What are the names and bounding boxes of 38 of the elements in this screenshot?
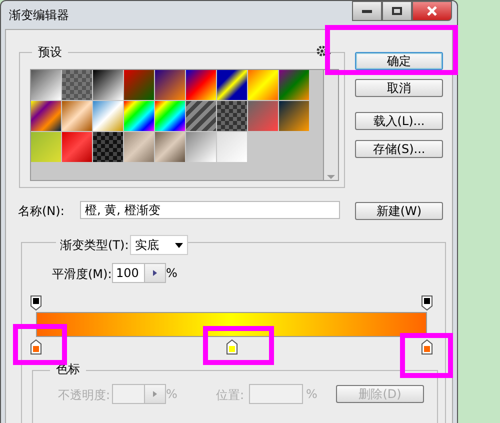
opacity-stop[interactable] [421,295,433,311]
percent-unit: % [166,387,178,401]
triangle-right-icon [153,391,157,397]
highlight-frame [13,324,67,365]
dialog-button[interactable]: 载入(L)... [355,112,443,130]
highlight-frame [203,326,274,365]
dropdown-caret-icon [175,242,183,248]
dialog-button[interactable]: 取消 [355,79,443,97]
maximize-icon [392,7,402,15]
minimize-icon [362,10,372,12]
dialog-button[interactable]: 存储(S)... [355,140,443,158]
location-label: 位置: [216,387,244,404]
color-stop[interactable] [421,339,433,355]
triangle-right-icon [153,270,157,276]
highlight-frame [400,333,453,378]
smoothness-field[interactable]: 100 [112,263,166,283]
new-button[interactable]: 新建(W) [355,202,443,220]
close-icon [427,6,437,16]
presets-legend: 预设 [32,44,68,61]
gradient-type-label: 渐变类型(T): [56,237,133,254]
name-field[interactable]: 橙, 黄, 橙渐变 [80,201,340,219]
opacity-field[interactable] [112,384,166,404]
percent-unit: % [306,387,318,401]
gradient-type-dropdown[interactable]: 实底 [130,235,188,255]
maximize-button[interactable] [382,1,412,21]
name-label: 名称(N): [18,203,64,220]
smoothness-label: 平滑度(M): [52,266,112,283]
percent-unit: % [166,266,178,280]
window-title: 渐变编辑器 [9,6,69,24]
color-stop[interactable] [30,339,42,355]
opacity-stop[interactable] [30,295,42,311]
color-stop[interactable] [226,339,238,355]
dialog-button[interactable]: 确定 [355,52,443,70]
close-button[interactable] [412,1,452,21]
location-field[interactable] [249,384,303,404]
minimize-button[interactable] [352,1,382,21]
opacity-label: 不透明度: [58,387,110,404]
scrollbar[interactable] [323,69,339,181]
